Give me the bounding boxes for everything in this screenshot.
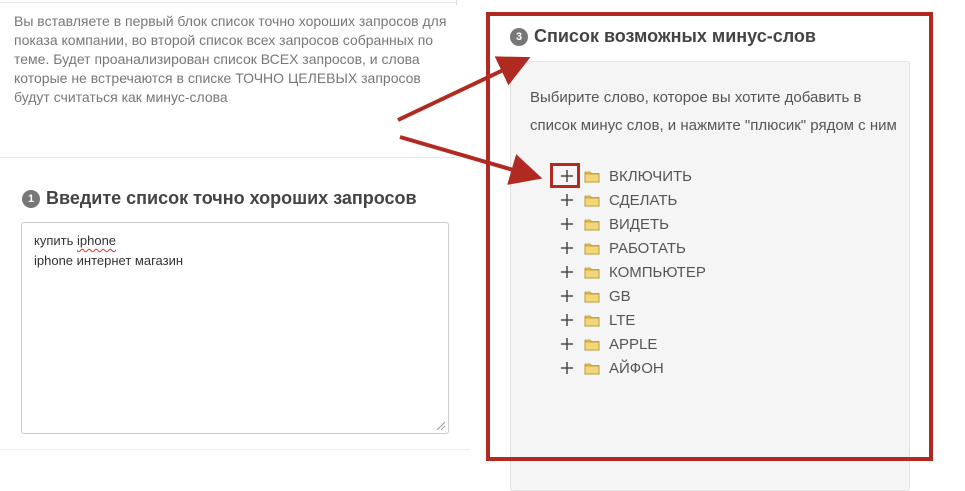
annotation-arrows bbox=[397, 56, 543, 185]
arrow-to-plus bbox=[399, 135, 543, 185]
arrow-to-panel bbox=[397, 56, 531, 122]
